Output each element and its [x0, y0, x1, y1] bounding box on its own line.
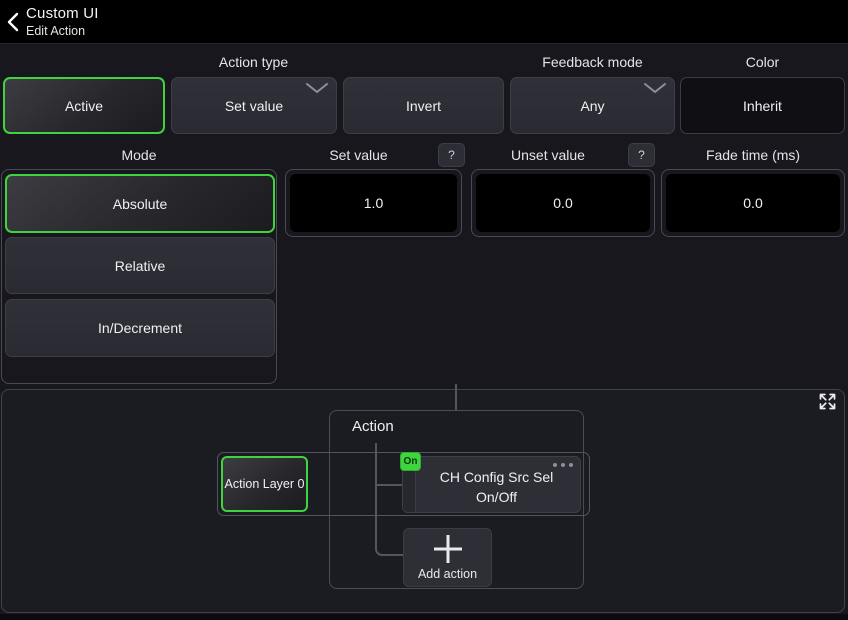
node-title-line2: On/Off: [476, 487, 517, 507]
node-menu-icon[interactable]: [553, 463, 573, 467]
top-bar: Custom UI Edit Action: [0, 0, 848, 44]
connector-line-top: [455, 384, 457, 410]
mode-option-absolute[interactable]: Absolute: [5, 174, 275, 233]
chevron-left-icon: [6, 11, 20, 33]
expand-graph-button[interactable]: [814, 388, 840, 414]
action-type-active-button[interactable]: Active: [3, 77, 165, 134]
active-button-label: Active: [65, 98, 103, 114]
mode-option-relative[interactable]: Relative: [5, 237, 275, 294]
fade-time-input[interactable]: 0.0: [666, 174, 840, 232]
set-value-input[interactable]: 1.0: [290, 174, 457, 232]
node-on-badge: On: [400, 452, 421, 471]
edit-action-screen: Custom UI Edit Action Action type Feedba…: [0, 0, 848, 620]
action-type-dropdown[interactable]: Set value: [171, 77, 337, 134]
page-title: Custom UI: [26, 5, 99, 22]
expand-icon: [817, 391, 838, 412]
mode-label: Mode: [1, 146, 277, 164]
feedback-mode-value: Any: [580, 98, 604, 114]
mode-option-label: In/Decrement: [98, 320, 182, 336]
back-button[interactable]: [2, 10, 24, 34]
set-value-label: Set value: [285, 146, 462, 164]
action-type-label: Action type: [3, 53, 504, 71]
fade-time-field-ring: 0.0: [661, 169, 845, 237]
page-subtitle: Edit Action: [26, 24, 85, 38]
mode-option-label: Absolute: [113, 196, 167, 212]
action-layer-label: Action Layer 0: [225, 477, 305, 491]
unset-value-input[interactable]: 0.0: [476, 174, 650, 232]
add-action-button[interactable]: Add action: [403, 528, 492, 587]
plus-icon: [431, 533, 465, 565]
action-group-title: Action: [352, 418, 394, 435]
feedback-mode-label: Feedback mode: [510, 53, 675, 71]
set-value-help-button[interactable]: ?: [438, 143, 465, 167]
chevron-down-icon: [643, 82, 667, 94]
fade-time-label: Fade time (ms): [661, 146, 845, 164]
action-node-ch-config[interactable]: CH Config Src Sel On/Off On: [402, 456, 581, 513]
mode-option-indecrement[interactable]: In/Decrement: [5, 299, 275, 357]
color-value-label: Inherit: [743, 98, 782, 114]
bottom-strip: [0, 614, 848, 620]
help-icon: ?: [448, 148, 455, 162]
unset-value-field-ring: 0.0: [471, 169, 655, 237]
color-inherit-button[interactable]: Inherit: [680, 77, 845, 134]
mode-option-group: Absolute Relative In/Decrement: [1, 169, 277, 384]
action-type-dropdown-value: Set value: [225, 98, 283, 114]
set-value-field-ring: 1.0: [285, 169, 462, 237]
color-label: Color: [680, 53, 845, 71]
chevron-down-icon: [305, 82, 329, 94]
unset-value-help-button[interactable]: ?: [628, 143, 655, 167]
action-layer-node[interactable]: Action Layer 0: [221, 456, 308, 512]
invert-button[interactable]: Invert: [343, 77, 504, 134]
node-title-line1: CH Config Src Sel: [440, 467, 554, 487]
help-icon: ?: [638, 148, 645, 162]
feedback-mode-dropdown[interactable]: Any: [510, 77, 675, 134]
invert-button-label: Invert: [406, 98, 441, 114]
mode-option-label: Relative: [115, 258, 166, 274]
add-action-label: Add action: [418, 567, 477, 581]
